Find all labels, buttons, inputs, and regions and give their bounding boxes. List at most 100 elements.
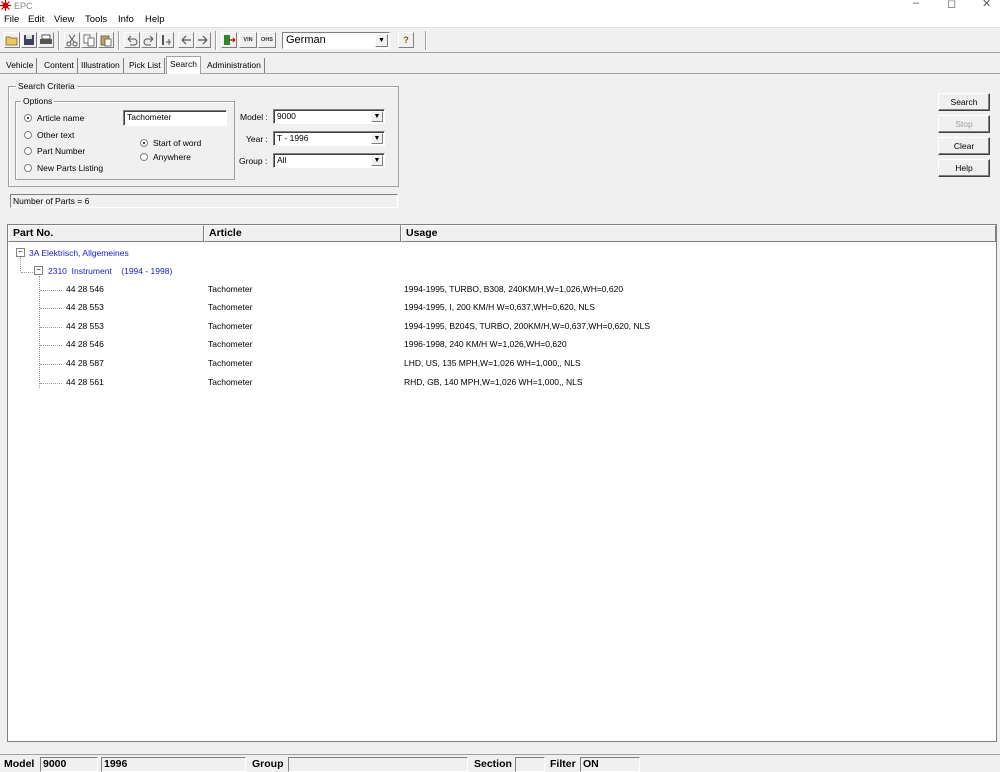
help-question-icon[interactable]: ? — [398, 32, 414, 48]
radio-other-text[interactable] — [24, 131, 32, 139]
status-year-value: 1996 — [101, 757, 246, 772]
year-select-value: T - 1996 — [277, 133, 309, 143]
radio-part-number[interactable] — [24, 147, 32, 155]
row-article: Tachometer — [208, 321, 253, 331]
results-list[interactable]: Part No. Article Usage − 3A Elektrisch, … — [7, 224, 997, 742]
status-filter-value: ON — [580, 757, 640, 772]
group-name: Elektrisch, Allgemeines — [41, 248, 129, 258]
restore-button[interactable]: ◻ — [947, 0, 956, 10]
chevron-down-icon[interactable]: ▼ — [375, 34, 388, 47]
chevron-down-icon[interactable]: ▼ — [371, 155, 383, 166]
bookmark-icon[interactable] — [158, 32, 174, 48]
search-criteria-group: Search Criteria Options Article name Oth… — [8, 81, 399, 187]
status-bar: Model 9000 1996 Group Section Filter ON — [0, 754, 1000, 772]
article-name-label: Article name — [37, 113, 85, 123]
article-name-input[interactable]: Tachometer — [123, 110, 227, 126]
tab-pick-list[interactable]: Pick List — [126, 58, 165, 73]
collapse-icon[interactable]: − — [16, 248, 25, 257]
radio-article-name[interactable] — [24, 114, 32, 122]
tree-line — [21, 272, 33, 273]
tree-line — [40, 308, 62, 309]
cut-icon[interactable] — [64, 32, 80, 48]
row-part-no: 44 28 546 — [66, 284, 104, 294]
row-article: Tachometer — [208, 377, 253, 387]
group-label: Group : — [239, 156, 268, 166]
menu-file[interactable]: File — [4, 14, 19, 26]
start-of-word-label: Start of word — [153, 138, 202, 148]
tree-line — [40, 345, 62, 346]
search-button[interactable]: Search — [938, 93, 990, 111]
column-header-usage[interactable]: Usage — [401, 225, 996, 242]
toolbar-separator — [215, 31, 217, 50]
row-part-no: 44 28 553 — [66, 321, 104, 331]
copy-icon[interactable] — [81, 32, 97, 48]
forward-arrow-icon[interactable] — [195, 32, 211, 48]
radio-new-parts-listing[interactable] — [24, 164, 32, 172]
column-header-part-no[interactable]: Part No. — [8, 225, 204, 242]
stop-button[interactable]: Stop — [938, 115, 990, 133]
menu-info[interactable]: Info — [118, 14, 134, 26]
row-part-no: 44 28 553 — [66, 302, 104, 312]
tree-line — [40, 290, 62, 291]
close-button[interactable]: ✕ — [982, 0, 991, 10]
open-folder-icon[interactable] — [4, 32, 20, 48]
vin-icon[interactable]: VIN — [239, 32, 257, 48]
menu-edit[interactable]: Edit — [28, 14, 44, 26]
row-usage: RHD, GB, 140 MPH,W=1,026 WH=1,000,, NLS — [404, 377, 583, 387]
parts-count-status: Number of Parts = 6 — [10, 194, 398, 208]
radio-anywhere[interactable] — [140, 153, 148, 161]
row-part-no: 44 28 561 — [66, 377, 104, 387]
help-button[interactable]: Help — [938, 159, 990, 177]
chevron-down-icon[interactable]: ▼ — [371, 133, 383, 144]
collapse-icon[interactable]: − — [34, 266, 43, 275]
subgroup-years: (1994 - 1998) — [121, 266, 173, 276]
status-filter-label: Filter — [550, 758, 576, 770]
options-group: Options Article name Other text Part Num… — [15, 96, 235, 180]
paste-icon[interactable] — [98, 32, 114, 48]
tree-line — [20, 257, 21, 271]
tab-illustration[interactable]: Illustration — [78, 58, 124, 73]
status-group-value — [288, 757, 468, 772]
language-select[interactable]: German ▼ — [282, 32, 390, 49]
year-select[interactable]: T - 1996 ▼ — [273, 131, 385, 146]
column-header-article[interactable]: Article — [204, 225, 401, 242]
part-number-label: Part Number — [37, 146, 86, 156]
tab-content[interactable]: Content — [41, 58, 78, 73]
group-select[interactable]: All ▼ — [273, 153, 385, 168]
chevron-down-icon[interactable]: ▼ — [371, 111, 383, 122]
row-part-no: 44 28 546 — [66, 339, 104, 349]
group-select-value: All — [277, 155, 287, 165]
tree-subgroup-node[interactable]: 2310 Instrument (1994 - 1998) — [48, 266, 172, 277]
redo-icon[interactable] — [141, 32, 157, 48]
tab-search[interactable]: Search — [166, 56, 201, 74]
row-article: Tachometer — [208, 284, 253, 294]
search-criteria-label: Search Criteria — [16, 81, 77, 92]
minimize-button[interactable]: – — [913, 0, 919, 9]
new-parts-listing-label: New Parts Listing — [37, 163, 104, 173]
tab-administration[interactable]: Administration — [204, 58, 265, 73]
tree-group-node[interactable]: 3A Elektrisch, Allgemeines — [29, 248, 129, 259]
exit-icon[interactable] — [221, 32, 237, 48]
menu-view[interactable]: View — [54, 14, 74, 26]
toolbar-separator — [425, 31, 427, 50]
model-label: Model : — [240, 112, 268, 122]
status-section-label: Section — [474, 758, 512, 770]
group-code: 3A — [29, 248, 39, 258]
back-arrow-icon[interactable] — [178, 32, 194, 48]
model-select[interactable]: 9000 ▼ — [273, 109, 385, 124]
tree-line — [40, 327, 62, 328]
tree-line — [39, 276, 40, 388]
radio-start-of-word[interactable] — [140, 139, 148, 147]
toolbar-separator — [58, 31, 60, 50]
menu-tools[interactable]: Tools — [85, 14, 107, 26]
year-label: Year : — [246, 134, 268, 144]
row-usage: LHD, US, 135 MPH,W=1,026 WH=1,000,, NLS — [404, 358, 581, 368]
print-icon[interactable] — [38, 32, 54, 48]
undo-icon[interactable] — [124, 32, 140, 48]
title-bar: EPC – ◻ ✕ — [0, 0, 1000, 13]
clear-button[interactable]: Clear — [938, 137, 990, 155]
save-icon[interactable] — [21, 32, 37, 48]
ohs-icon[interactable]: OHS — [258, 32, 276, 48]
tab-vehicle[interactable]: Vehicle — [3, 58, 38, 73]
menu-help[interactable]: Help — [145, 14, 165, 26]
